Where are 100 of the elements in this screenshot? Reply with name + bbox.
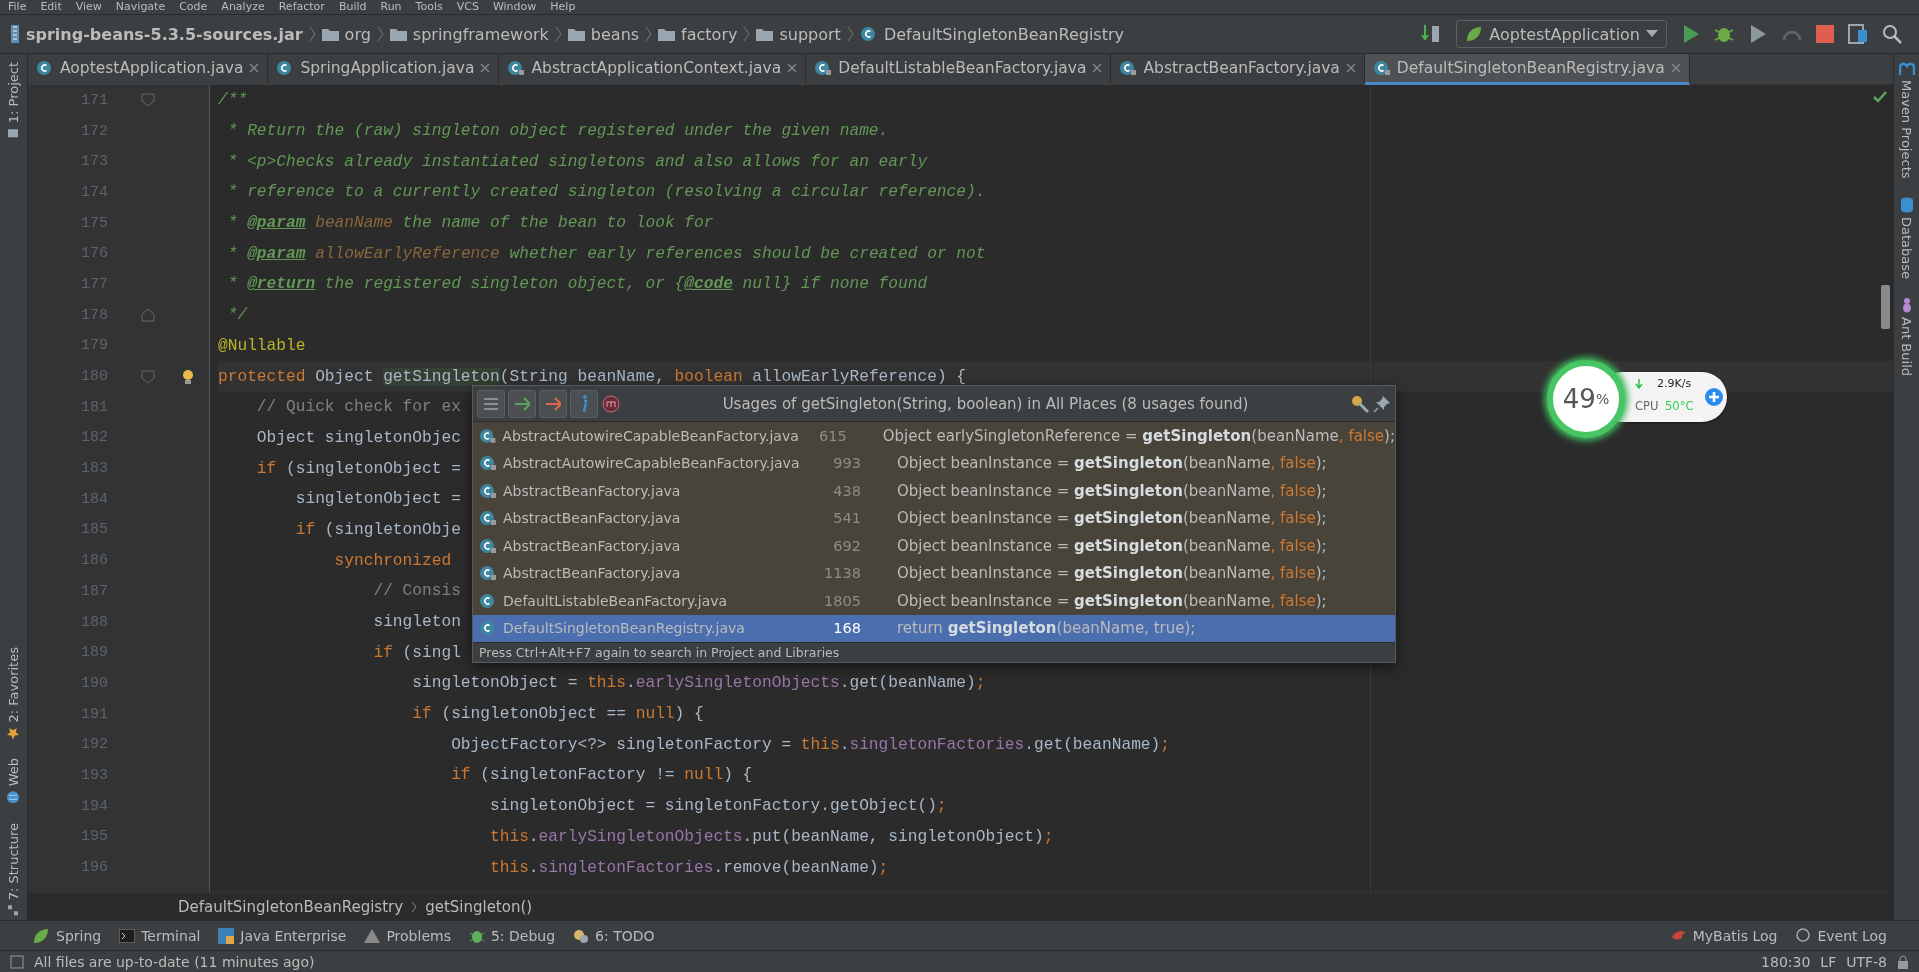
folder-icon: [567, 27, 585, 41]
editor-tab[interactable]: AoptestApplication.java: [28, 54, 269, 85]
caret-position[interactable]: 180:30: [1761, 953, 1811, 970]
menu-item[interactable]: Build: [338, 1, 367, 13]
write-usages-button[interactable]: [539, 389, 567, 418]
code-line: // Quick check for ex: [255, 398, 461, 417]
tool-window-tab[interactable]: Database: [1899, 192, 1914, 283]
tool-window-button[interactable]: Event Log: [1793, 927, 1889, 944]
code-line: */: [226, 306, 248, 325]
usage-row[interactable]: AbstractAutowireCapableBeanFactory.java 615 Object earlySingletonReference = getSingleton(beanName, false);: [473, 422, 1395, 450]
info-button[interactable]: [570, 389, 598, 418]
usage-line-number: 993: [832, 455, 861, 472]
menu-item[interactable]: Edit: [40, 1, 62, 13]
code-line: * @param beanName the name of the bean to look for: [226, 214, 714, 233]
breadcrumb-item[interactable]: DefaultSingletonBeanRegistry: [859, 24, 1124, 44]
class-icon: [859, 25, 878, 43]
window-icon: [218, 927, 235, 944]
tool-window-tab[interactable]: 1: Project: [6, 58, 21, 144]
usage-row[interactable]: AbstractBeanFactory.java 438 Object beanInstance = getSingleton(beanName, false);: [473, 477, 1395, 505]
tool-window-tab[interactable]: Web: [6, 754, 21, 809]
usage-code: Object beanInstance = getSingleton(beanName, false);: [897, 509, 1327, 528]
usage-line-number: 438: [832, 482, 861, 499]
folder-icon: [756, 27, 774, 41]
breadcrumb-item[interactable]: springframework: [389, 24, 549, 44]
editor-tab[interactable]: AbstractBeanFactory.java: [1111, 54, 1365, 85]
editor-tab[interactable]: DefaultSingletonBeanRegistry.java: [1364, 54, 1690, 85]
menu-item[interactable]: Tools: [415, 1, 443, 13]
usage-row[interactable]: AbstractBeanFactory.java 692 Object beanInstance = getSingleton(beanName, false);: [473, 532, 1395, 560]
tool-window-tab[interactable]: Maven Projects: [1898, 58, 1915, 183]
menu-item[interactable]: View: [75, 1, 102, 13]
fold-icon[interactable]: [141, 93, 155, 108]
coverage-icon[interactable]: [1748, 24, 1768, 44]
search-icon[interactable]: [1882, 24, 1902, 44]
usage-row[interactable]: DefaultSingletonBeanRegistry.java 168 return getSingleton(beanName, true);: [473, 614, 1395, 642]
editor-tab[interactable]: AbstractApplicationContext.java: [499, 54, 807, 85]
close-icon[interactable]: [1345, 63, 1356, 73]
usage-row[interactable]: AbstractBeanFactory.java 1138 Object beanInstance = getSingleton(beanName, false);: [473, 559, 1395, 587]
tool-window-button[interactable]: 6: TODO: [571, 927, 657, 944]
menu-item[interactable]: Run: [380, 1, 402, 13]
popup-title: Usages of getSingleton(String, boolean) in All Places (8 usages found): [721, 394, 1250, 413]
close-icon[interactable]: [1092, 63, 1103, 73]
usage-line-number: 615: [818, 427, 847, 444]
tool-window-button[interactable]: Spring: [30, 926, 104, 945]
layout-icon[interactable]: [10, 954, 24, 969]
merge-button[interactable]: [477, 389, 505, 418]
tool-window-button[interactable]: Java Enterprise: [216, 927, 349, 944]
run-configuration-dropdown[interactable]: AoptestApplication: [1456, 20, 1667, 48]
menu-item[interactable]: Refactor: [278, 1, 325, 13]
add-icon[interactable]: [1705, 388, 1723, 406]
menu-item[interactable]: Analyze: [221, 1, 265, 13]
scrollbar-thumb[interactable]: [1881, 285, 1890, 329]
breadcrumb-item[interactable]: support: [756, 24, 841, 44]
menu-item[interactable]: Code: [179, 1, 208, 13]
usage-row[interactable]: DefaultListableBeanFactory.java 1805 Object beanInstance = getSingleton(beanName, false);: [473, 587, 1395, 615]
pin-icon[interactable]: [1373, 394, 1391, 413]
leaf-icon: [32, 926, 50, 945]
play-icon[interactable]: [1682, 24, 1700, 44]
editor-tab[interactable]: DefaultListableBeanFactory.java: [806, 54, 1112, 85]
usage-row[interactable]: AbstractBeanFactory.java 541 Object beanInstance = getSingleton(beanName, false);: [473, 504, 1395, 532]
code-line: synchronized: [333, 551, 452, 570]
code-line: * reference to a currently created singleton (resolving a circular reference).: [226, 183, 986, 202]
read-usages-button[interactable]: [508, 389, 536, 418]
file-encoding[interactable]: UTF-8: [1846, 953, 1887, 970]
tool-window-tab[interactable]: 2: Favorites: [6, 642, 21, 745]
fold-icon[interactable]: [141, 369, 155, 384]
code-line: ObjectFactory<?> singletonFactory = this.singletonFactories.get(beanName);: [450, 735, 1170, 754]
percent-unit: %: [1595, 391, 1610, 407]
tool-window-button[interactable]: Problems: [362, 927, 453, 944]
fold-icon[interactable]: [141, 308, 155, 323]
breadcrumb-item[interactable]: beans: [567, 24, 640, 44]
menu-item[interactable]: Navigate: [115, 1, 166, 13]
breadcrumb-item[interactable]: spring-beans-5.3.5-sources.jar: [10, 24, 303, 44]
menu-item[interactable]: Window: [492, 1, 537, 13]
menu-item[interactable]: Help: [550, 1, 576, 13]
tool-window-tab[interactable]: Ant Build: [1899, 292, 1914, 380]
tool-window-button[interactable]: 5: Debug: [466, 927, 558, 944]
download-icon: [1635, 379, 1643, 389]
usage-row[interactable]: AbstractAutowireCapableBeanFactory.java 993 Object beanInstance = getSingleton(beanName, false);: [473, 449, 1395, 477]
breadcrumb-item[interactable]: getSingleton(): [425, 897, 533, 916]
close-icon[interactable]: [1670, 63, 1681, 73]
editor-tab[interactable]: SpringApplication.java: [268, 54, 500, 85]
close-icon[interactable]: [480, 63, 491, 73]
line-separator[interactable]: LF: [1820, 953, 1837, 970]
menu-item[interactable]: File: [8, 1, 27, 13]
menu-item[interactable]: VCS: [456, 1, 479, 13]
tool-window-tab[interactable]: 7: Structure: [6, 818, 21, 920]
breadcrumb-item[interactable]: DefaultSingletonBeanRegistry: [178, 897, 404, 916]
chevron-icon: [743, 26, 751, 42]
tool-window-button[interactable]: Terminal: [117, 927, 203, 944]
sort-icon[interactable]: [1421, 23, 1442, 45]
lightbulb-icon[interactable]: [182, 368, 194, 385]
list-icon: [483, 396, 499, 411]
breadcrumb-item[interactable]: org: [321, 24, 371, 44]
breadcrumb-item[interactable]: factory: [658, 24, 738, 44]
close-icon[interactable]: [787, 63, 798, 73]
tool-window-button[interactable]: MyBatis Log: [1668, 927, 1780, 944]
method-icon[interactable]: [601, 393, 621, 414]
lock-icon[interactable]: [1897, 954, 1909, 969]
code-line: protected Object getSingleton(String beanName, boolean allowEarlyReference) {: [218, 367, 967, 386]
close-icon[interactable]: [249, 63, 260, 73]
